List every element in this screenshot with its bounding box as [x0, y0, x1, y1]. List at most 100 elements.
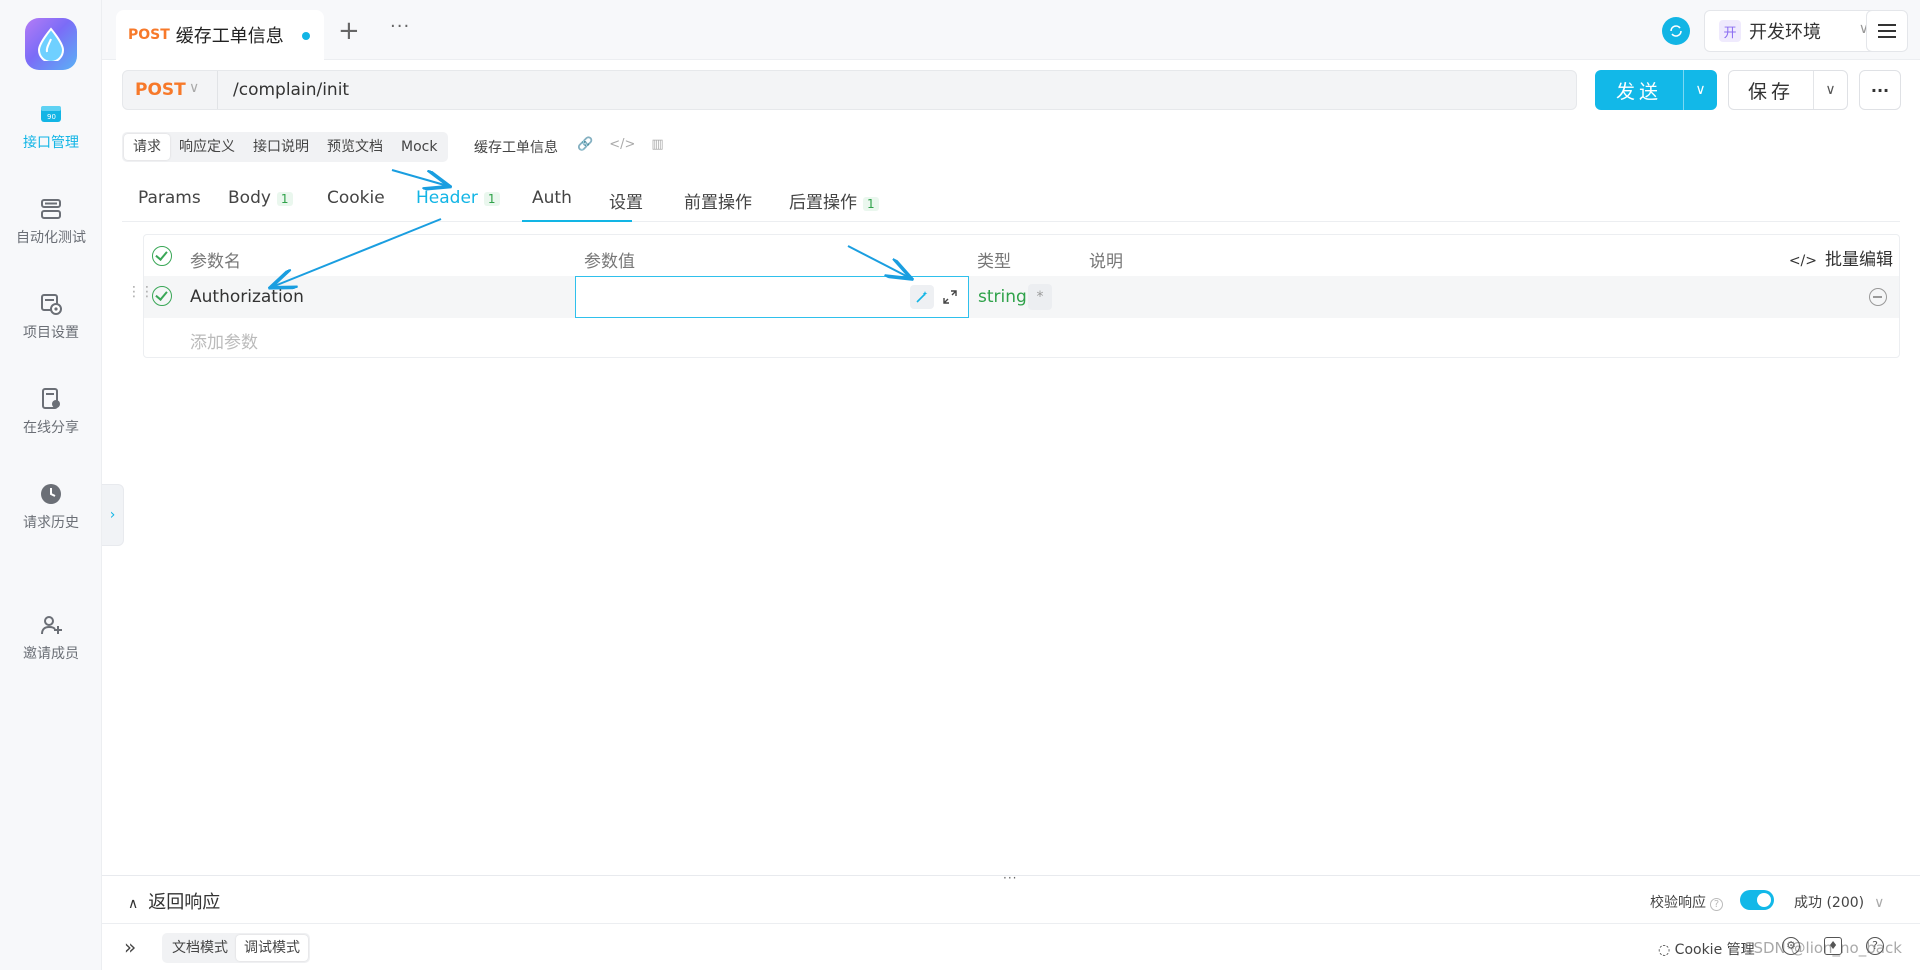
- link-icon[interactable]: 🔗: [577, 137, 593, 152]
- row-check-icon[interactable]: [152, 286, 172, 306]
- sidebar-expand-button[interactable]: ›: [102, 484, 124, 546]
- history-icon: [41, 484, 61, 504]
- column-header-value: 参数值: [584, 252, 635, 272]
- batch-edit-label: 批量编辑: [1825, 250, 1893, 270]
- subtab-response-def[interactable]: 响应定义: [170, 134, 244, 160]
- sidebar-item-label: 自动化测试: [16, 230, 86, 246]
- param-type-select[interactable]: string: [978, 287, 1027, 307]
- response-panel-header: ∧ 返回响应 校验响应? 成功 (200) ∨: [102, 876, 1920, 924]
- svg-text:90: 90: [47, 113, 56, 121]
- subtab-mock[interactable]: Mock: [392, 134, 446, 160]
- param-value-input[interactable]: [575, 276, 969, 318]
- param-tabs: Params Body 1 Cookie Header 1 Auth 设置 前置操作…: [122, 184, 1900, 222]
- unsaved-dot-icon: [302, 32, 310, 40]
- left-sidebar: 90 接口管理 自动化测试 项目设置 在线分享 请求历史 邀请成员: [0, 0, 102, 970]
- send-button[interactable]: 发送 ∨: [1595, 70, 1717, 110]
- param-name-input[interactable]: Authorization: [190, 287, 304, 307]
- new-tab-button[interactable]: +: [338, 18, 360, 44]
- help-icon[interactable]: ?: [1710, 898, 1723, 911]
- main-menu-button[interactable]: [1866, 10, 1908, 52]
- url-input[interactable]: /complain/init: [233, 80, 349, 100]
- sidebar-item-label: 请求历史: [23, 515, 79, 531]
- more-options-button[interactable]: ···: [1859, 70, 1901, 110]
- code-icon: </>: [1788, 253, 1817, 269]
- sidebar-item-history[interactable]: 请求历史: [0, 482, 102, 532]
- status-text: 成功 (200): [1794, 895, 1865, 911]
- table-row: Authorization string *: [144, 276, 1899, 318]
- active-tab-indicator: [522, 220, 632, 222]
- sidebar-item-share[interactable]: 在线分享: [0, 387, 102, 437]
- double-chevron-right-icon[interactable]: »: [124, 935, 136, 959]
- expand-icon[interactable]: [940, 285, 960, 309]
- sidebar-item-api[interactable]: 90 接口管理: [0, 102, 102, 152]
- sync-icon[interactable]: [1662, 17, 1690, 45]
- add-param-input[interactable]: 添加参数: [190, 328, 258, 353]
- sidebar-item-project-settings[interactable]: 项目设置: [0, 292, 102, 342]
- api-name: 缓存工单信息: [474, 140, 558, 156]
- tab-auth[interactable]: Auth: [532, 188, 572, 208]
- share-icon: [42, 388, 60, 409]
- tab-label: Cookie: [327, 188, 385, 208]
- tab-settings[interactable]: 设置: [609, 188, 643, 213]
- subtab-request[interactable]: 请求: [124, 134, 170, 160]
- verify-response-label: 校验响应?: [1650, 892, 1723, 912]
- subtab-api-desc[interactable]: 接口说明: [244, 134, 318, 160]
- tab-label: 前置操作: [684, 193, 752, 213]
- chevron-down-icon[interactable]: ∨: [1684, 82, 1717, 98]
- doc-subtabs: 请求 响应定义 接口说明 预览文档 Mock: [122, 132, 449, 162]
- remove-row-icon[interactable]: [1869, 288, 1887, 306]
- more-tabs-button[interactable]: ···: [390, 16, 410, 37]
- tab-label: Header: [416, 188, 478, 208]
- env-name: 开发环境: [1749, 22, 1821, 43]
- tab-title: 缓存工单信息: [175, 26, 284, 47]
- sidebar-item-invite[interactable]: 邀请成员: [0, 613, 102, 663]
- shirt-icon[interactable]: ♦: [1824, 937, 1842, 955]
- verify-text: 校验响应: [1650, 895, 1706, 911]
- tab-bar: POST 缓存工单信息 + ··· 开 开发环境 ∨: [102, 0, 1920, 60]
- footer-icons: ⚙ ♦ ?: [1782, 937, 1884, 955]
- cookie-manager-button[interactable]: ◌ Cookie 管理: [1658, 939, 1755, 959]
- batch-edit-button[interactable]: </> 批量编辑: [1789, 245, 1893, 270]
- chevron-down-icon: ∨: [189, 80, 200, 96]
- tab-body[interactable]: Body 1: [228, 188, 293, 208]
- sidebar-item-automation[interactable]: 自动化测试: [0, 197, 102, 247]
- check-all-icon[interactable]: [152, 246, 172, 266]
- save-button[interactable]: 保存 ∨: [1728, 70, 1848, 110]
- tab-cookie[interactable]: Cookie: [327, 188, 385, 208]
- response-status-select[interactable]: 成功 (200) ∨: [1794, 892, 1884, 912]
- tab-label: Body: [228, 188, 271, 208]
- magic-wand-icon[interactable]: [910, 285, 934, 309]
- project-settings-icon: [41, 294, 62, 315]
- tab-header[interactable]: Header 1: [416, 188, 500, 208]
- invite-member-icon: [41, 616, 62, 635]
- drag-handle-icon[interactable]: ⋮⋮: [127, 285, 154, 299]
- method-select[interactable]: POST: [135, 80, 186, 100]
- subtab-preview-doc[interactable]: 预览文档: [318, 134, 392, 160]
- required-toggle[interactable]: *: [1028, 284, 1052, 310]
- tab-pre-actions[interactable]: 前置操作: [684, 188, 752, 213]
- response-title: 返回响应: [148, 892, 221, 913]
- mode-debug[interactable]: 调试模式: [236, 935, 308, 961]
- sidebar-item-label: 邀请成员: [23, 646, 79, 662]
- env-badge: 开: [1719, 20, 1741, 42]
- tab-cache-ticket[interactable]: POST 缓存工单信息: [116, 10, 324, 60]
- mode-doc[interactable]: 文档模式: [164, 935, 236, 961]
- tab-params[interactable]: Params: [138, 188, 201, 208]
- code-icon[interactable]: </>: [609, 137, 635, 152]
- tab-label: Params: [138, 188, 201, 208]
- response-toggle[interactable]: ∧ 返回响应: [128, 888, 220, 914]
- settings-icon[interactable]: ⚙: [1782, 937, 1800, 955]
- verify-response-toggle[interactable]: [1740, 890, 1774, 910]
- cookie-icon: ◌: [1658, 942, 1675, 958]
- chevron-down-icon: ∨: [1874, 895, 1885, 911]
- environment-select[interactable]: 开 开发环境 ∨: [1704, 10, 1882, 52]
- tab-label: Auth: [532, 188, 572, 208]
- tab-post-actions[interactable]: 后置操作 1: [789, 188, 879, 213]
- chevron-right-icon: ›: [109, 507, 116, 523]
- sidebar-item-label: 项目设置: [23, 325, 79, 341]
- help-icon[interactable]: ?: [1866, 937, 1884, 955]
- send-label: 发送: [1615, 80, 1662, 103]
- chevron-down-icon[interactable]: ∨: [1814, 82, 1847, 98]
- panel-icon[interactable]: ▥: [651, 137, 663, 152]
- divider: [217, 71, 218, 109]
